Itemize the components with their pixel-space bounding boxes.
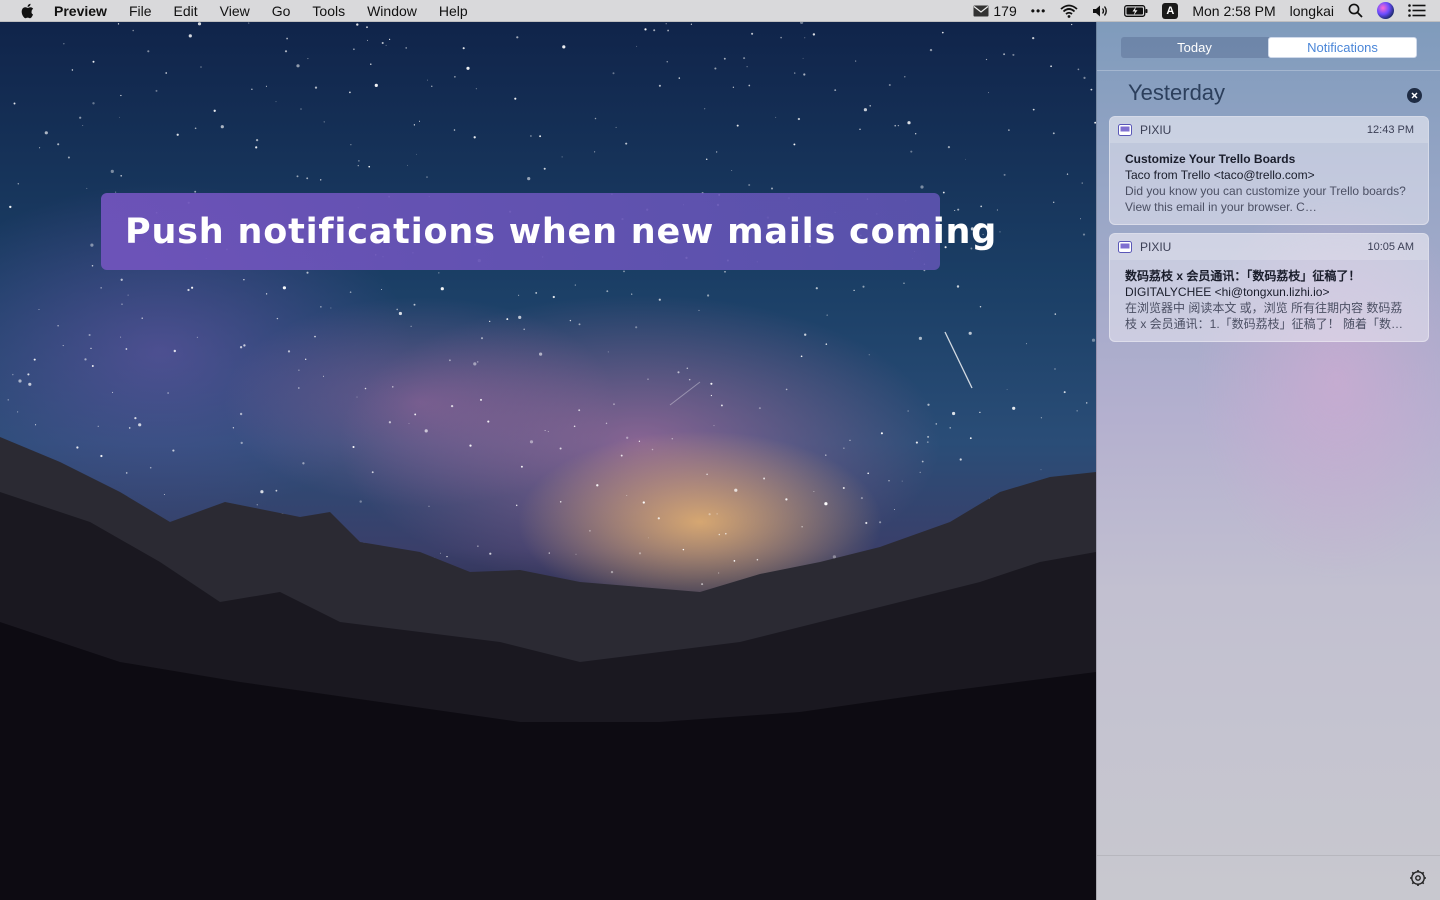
siri-icon bbox=[1377, 2, 1394, 19]
apple-icon[interactable] bbox=[0, 3, 54, 19]
notification-card[interactable]: PIXIU 12:43 PM Customize Your Trello Boa… bbox=[1109, 116, 1429, 225]
volume-icon[interactable] bbox=[1092, 4, 1110, 18]
wifi-icon[interactable] bbox=[1060, 4, 1078, 18]
tab-notifications[interactable]: Notifications bbox=[1268, 37, 1417, 58]
section-title: Yesterday bbox=[1128, 80, 1226, 105]
tab-today[interactable]: Today bbox=[1121, 37, 1268, 58]
promo-banner: Push notifications when new mails coming bbox=[101, 193, 996, 270]
notification-preview: Did you know you can customize your Trel… bbox=[1125, 184, 1406, 214]
nc-tab-bar: Today Notifications bbox=[1121, 37, 1417, 58]
notification-subject: Customize Your Trello Boards bbox=[1125, 152, 1296, 166]
siri-button[interactable] bbox=[1377, 2, 1394, 19]
clock[interactable]: Mon 2:58 PM bbox=[1192, 3, 1275, 19]
nc-divider bbox=[1097, 70, 1440, 71]
notification-app-name: PIXIU bbox=[1140, 240, 1172, 254]
menu-help[interactable]: Help bbox=[428, 0, 479, 22]
notification-center: Today Notifications Yesterday PIXIU 12:4… bbox=[1096, 22, 1440, 900]
mail-app-icon bbox=[1118, 241, 1132, 253]
mountain-silhouette bbox=[0, 331, 1096, 900]
mail-icon bbox=[973, 5, 989, 16]
user-name[interactable]: longkai bbox=[1290, 3, 1334, 19]
notification-header: PIXIU 10:05 AM bbox=[1110, 234, 1428, 260]
menu-app-name[interactable]: Preview bbox=[54, 0, 118, 22]
desktop-wallpaper: Push notifications when new mails coming bbox=[0, 22, 1096, 900]
notification-app-name: PIXIU bbox=[1140, 123, 1172, 137]
notification-sender: Taco from Trello <taco@trello.com> bbox=[1125, 168, 1315, 182]
input-source-icon[interactable]: A bbox=[1162, 2, 1179, 19]
notification-sender: DIGITALYCHEE <hi@tongxun.lizhi.io> bbox=[1125, 285, 1330, 299]
notification-subject: 数码荔枝 x 会员通讯：「数码荔枝」征稿了！ bbox=[1125, 269, 1361, 283]
banner-text: Push notifications when new mails coming bbox=[125, 211, 998, 252]
gear-icon[interactable] bbox=[1409, 869, 1427, 887]
list-icon[interactable] bbox=[1408, 4, 1426, 17]
notification-header: PIXIU 12:43 PM bbox=[1110, 117, 1428, 143]
menu-view[interactable]: View bbox=[209, 0, 261, 22]
notification-card[interactable]: PIXIU 10:05 AM 数码荔枝 x 会员通讯：「数码荔枝」征稿了！ DI… bbox=[1109, 233, 1429, 342]
mail-count: 179 bbox=[993, 2, 1017, 19]
more-icon[interactable]: ••• bbox=[1031, 4, 1047, 18]
close-icon bbox=[1411, 92, 1418, 99]
menu-go[interactable]: Go bbox=[261, 0, 302, 22]
mail-app-icon bbox=[1118, 124, 1132, 136]
menu-bar: Preview File Edit View Go Tools Window H… bbox=[0, 0, 1440, 22]
menu-edit[interactable]: Edit bbox=[163, 0, 209, 22]
notification-time: 12:43 PM bbox=[1366, 124, 1414, 136]
nc-bottom-divider bbox=[1097, 855, 1440, 856]
search-icon[interactable] bbox=[1348, 3, 1363, 18]
menu-window[interactable]: Window bbox=[356, 0, 428, 22]
menu-file[interactable]: File bbox=[118, 0, 163, 22]
clear-notifications-button[interactable] bbox=[1407, 88, 1422, 103]
notification-time: 10:05 AM bbox=[1367, 241, 1414, 253]
notification-preview: 在浏览器中 阅读本文 或，浏览 所有往期内容 数码荔枝 x 会员通讯：1.「数码… bbox=[1125, 301, 1404, 331]
menu-tools[interactable]: Tools bbox=[301, 0, 356, 22]
battery-icon[interactable] bbox=[1124, 4, 1148, 17]
mail-status[interactable]: 179 bbox=[973, 2, 1017, 19]
